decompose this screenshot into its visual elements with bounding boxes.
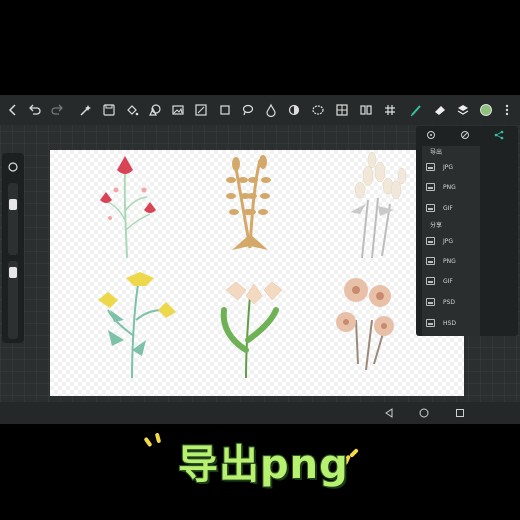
grid-icon[interactable] <box>379 95 401 125</box>
back-icon[interactable] <box>2 95 24 125</box>
adjust-icon[interactable] <box>190 95 212 125</box>
undo-icon[interactable] <box>24 95 46 125</box>
nav-recents-icon[interactable] <box>454 407 466 419</box>
share-gif-item[interactable]: GIF <box>422 272 480 290</box>
file-icon <box>426 237 435 245</box>
pink-flower-illustration <box>336 278 394 371</box>
artwork-flowers <box>98 151 407 379</box>
share-hsd-item[interactable]: HSD <box>422 314 480 332</box>
lasso-icon[interactable] <box>237 95 259 125</box>
pen-icon[interactable] <box>405 95 427 125</box>
settings-icon[interactable] <box>426 130 436 140</box>
sparkle-decoration <box>154 432 162 444</box>
brush-preview-icon[interactable] <box>7 161 19 173</box>
share-psd-item[interactable]: PSD <box>422 293 480 311</box>
export-menu: 导出 JPG PNG GIF 分享 JPG PNG GIF PSD HSD <box>416 126 518 336</box>
yellow-flower-illustration <box>98 272 176 379</box>
image-icon[interactable] <box>167 95 189 125</box>
nav-back-icon[interactable] <box>383 407 395 419</box>
share-section-label: 分享 <box>430 222 443 229</box>
file-icon <box>426 183 435 191</box>
magic-wand-icon[interactable] <box>74 95 96 125</box>
white-grass-illustration <box>350 151 407 259</box>
file-icon <box>426 298 435 306</box>
system-nav-bar <box>0 402 520 424</box>
crop-icon[interactable] <box>214 95 236 125</box>
edit-icon[interactable] <box>460 130 470 140</box>
file-icon <box>426 163 435 171</box>
share-jpg-item[interactable]: JPG <box>422 232 480 250</box>
export-menu-header <box>416 126 518 144</box>
sparkle-decoration <box>143 436 153 448</box>
symmetry-icon[interactable] <box>355 95 377 125</box>
drawing-canvas[interactable] <box>50 150 464 396</box>
file-icon <box>426 277 435 285</box>
caption-text: 导出png <box>177 441 349 489</box>
opacity-slider-handle[interactable] <box>9 267 17 278</box>
share-png-item[interactable]: PNG <box>422 252 480 270</box>
redo-icon[interactable] <box>46 95 68 125</box>
save-icon[interactable] <box>98 95 120 125</box>
layers-icon[interactable] <box>452 95 474 125</box>
file-icon <box>426 319 435 327</box>
export-png-item[interactable]: PNG <box>422 178 480 196</box>
cream-flower-illustration <box>220 281 283 379</box>
share-icon[interactable] <box>494 130 504 140</box>
more-icon[interactable] <box>496 95 518 125</box>
size-slider-handle[interactable] <box>9 199 17 210</box>
file-icon <box>426 204 435 212</box>
export-gif-item[interactable]: GIF <box>422 199 480 217</box>
brush-sidebar <box>2 153 24 343</box>
color-icon[interactable] <box>475 95 497 125</box>
export-section-label: 导出 <box>430 149 443 156</box>
eraser-icon[interactable] <box>429 95 451 125</box>
export-jpg-item[interactable]: JPG <box>422 158 480 176</box>
sparkle-decoration <box>349 448 359 458</box>
blur-icon[interactable] <box>283 95 305 125</box>
selection-icon[interactable] <box>307 95 329 125</box>
wheat-illustration <box>226 155 271 250</box>
nav-home-icon[interactable] <box>418 407 430 419</box>
transform-icon[interactable] <box>331 95 353 125</box>
shapes-icon[interactable] <box>144 95 166 125</box>
red-flower-illustration <box>100 156 156 259</box>
file-icon <box>426 257 435 265</box>
size-slider[interactable] <box>8 183 18 255</box>
drop-icon[interactable] <box>260 95 282 125</box>
fill-bucket-icon[interactable] <box>121 95 143 125</box>
